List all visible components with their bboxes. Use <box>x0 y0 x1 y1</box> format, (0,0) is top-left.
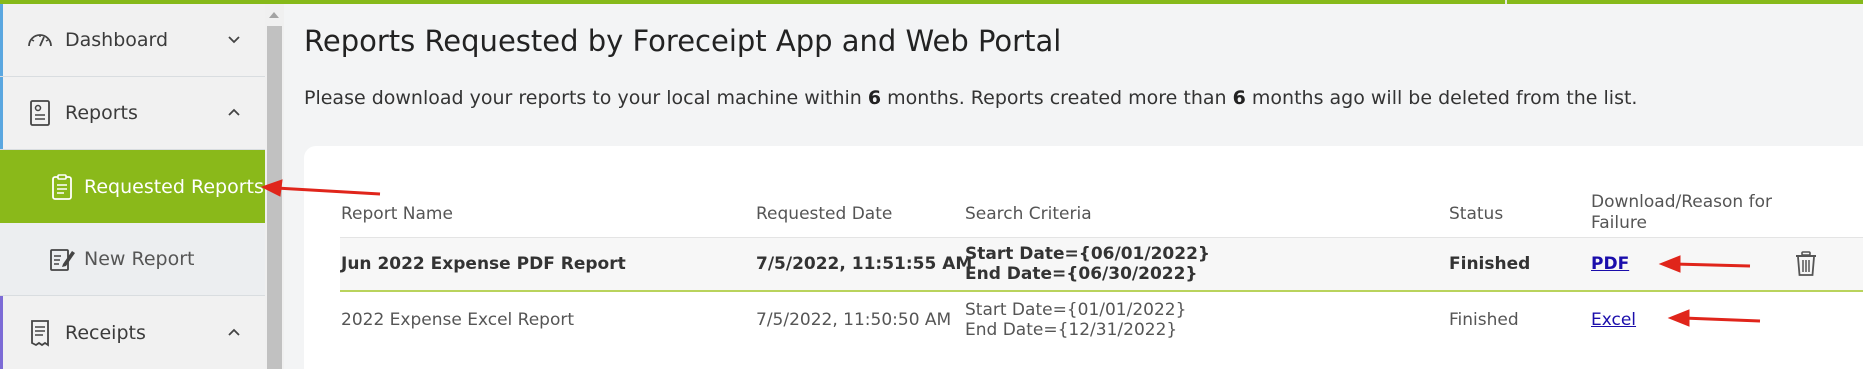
annotation-arrow <box>1667 309 1761 327</box>
annotation-arrow <box>260 179 381 197</box>
annotation-arrows <box>260 179 1761 327</box>
annotation-arrow <box>1658 255 1751 273</box>
